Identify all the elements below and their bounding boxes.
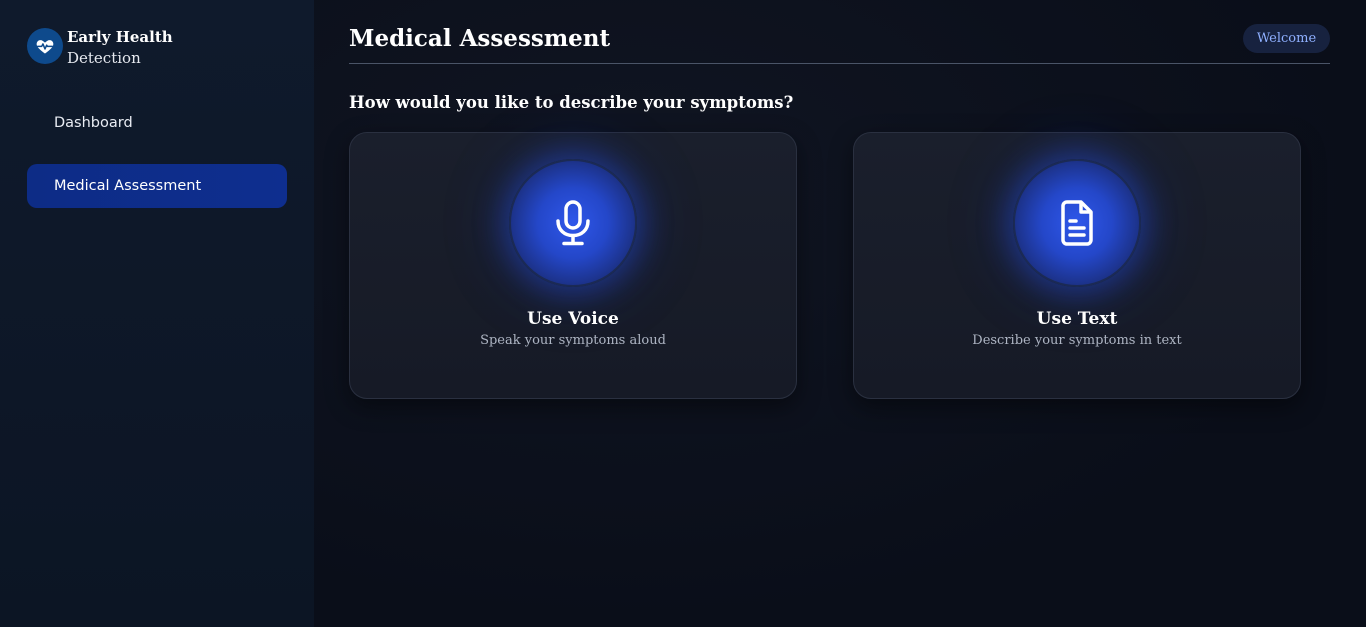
- use-voice-description: Speak your symptoms aloud: [480, 333, 666, 348]
- sidebar-item-label: Dashboard: [54, 115, 133, 131]
- use-text-description: Describe your symptoms in text: [972, 333, 1182, 348]
- welcome-badge: Welcome: [1243, 24, 1330, 53]
- main-content: Medical Assessment Welcome How would you…: [314, 0, 1366, 627]
- voice-icon-circle: [509, 159, 637, 287]
- use-text-title: Use Text: [1036, 309, 1118, 329]
- microphone-icon: [556, 200, 590, 246]
- sidebar-item-medical-assessment[interactable]: Medical Assessment: [27, 164, 287, 208]
- brand-text: Early Health Detection: [67, 27, 173, 69]
- brand-title: Early Health: [67, 28, 173, 46]
- page-title: Medical Assessment: [349, 25, 611, 52]
- use-text-card[interactable]: Use Text Describe your symptoms in text: [853, 132, 1301, 399]
- sidebar-item-label: Medical Assessment: [54, 178, 202, 194]
- heart-pulse-icon: [27, 28, 63, 64]
- use-voice-title: Use Voice: [527, 309, 619, 329]
- document-icon: [1061, 200, 1093, 246]
- brand-subtitle: Detection: [67, 49, 141, 67]
- sidebar: Early Health Detection Dashboard Medical…: [0, 0, 314, 627]
- header-divider: [349, 63, 1330, 64]
- text-icon-circle: [1013, 159, 1141, 287]
- use-voice-card[interactable]: Use Voice Speak your symptoms aloud: [349, 132, 797, 399]
- symptom-question: How would you like to describe your symp…: [349, 93, 794, 112]
- sidebar-item-dashboard[interactable]: Dashboard: [27, 101, 287, 145]
- brand[interactable]: Early Health Detection: [27, 27, 173, 69]
